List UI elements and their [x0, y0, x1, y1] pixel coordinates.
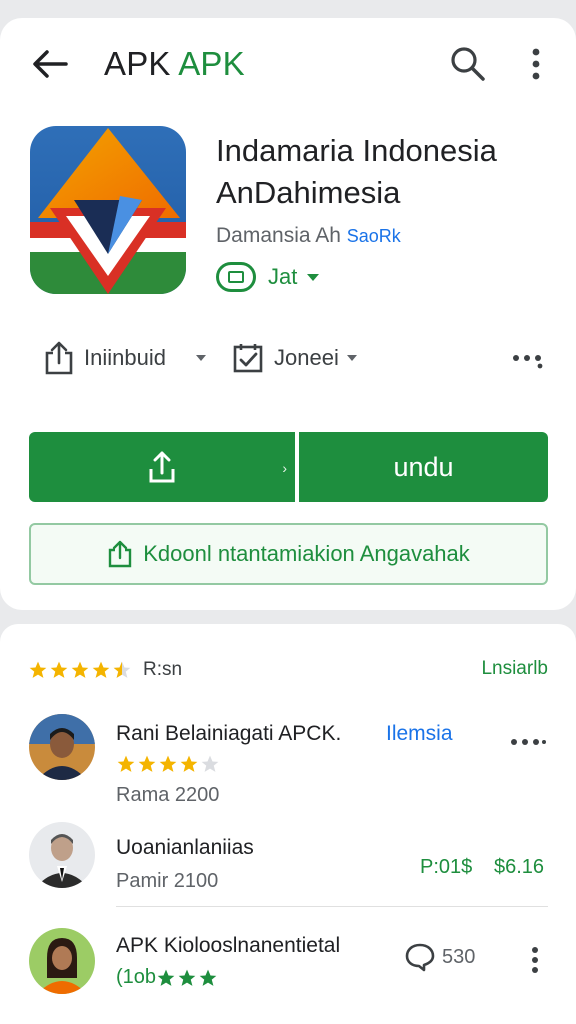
star-icon — [157, 969, 175, 986]
see-all-link[interactable]: Lnsiarlb — [481, 658, 548, 680]
chevron-right-icon: › — [282, 460, 287, 476]
star-icon — [138, 755, 156, 772]
chevron-down-icon — [346, 355, 357, 361]
app-details-card — [0, 18, 576, 610]
avatar[interactable] — [29, 928, 95, 994]
comments-button[interactable]: 530 — [404, 942, 475, 972]
half-star-icon — [113, 661, 131, 678]
download-label: undu — [393, 451, 454, 482]
bookmark-label: Joneei — [274, 345, 339, 370]
share-icon — [109, 540, 132, 568]
secondary-button-label: Kdoonl ntantamiakion Angavahak — [143, 541, 470, 566]
share-action[interactable]: Iniinbuid — [44, 336, 206, 380]
developer-name: Damansia Ah — [216, 224, 341, 247]
star-icon — [117, 755, 135, 772]
ratings-header: R:sn — [28, 652, 182, 688]
star-icon — [92, 661, 110, 678]
share-install-button[interactable]: › — [29, 432, 295, 502]
avatar[interactable] — [29, 822, 95, 888]
developer-link[interactable]: SaoRk — [347, 226, 401, 246]
developer-row: Damansia Ah SaoRk — [216, 224, 401, 248]
review-prefix: (1ob — [116, 966, 157, 988]
action-row: Iniinbuid Joneei — [0, 336, 576, 380]
review-date: Pamir 2100 — [116, 870, 219, 892]
badge-label: Jat — [268, 264, 298, 289]
calendar-check-icon — [233, 344, 263, 373]
search-button[interactable] — [446, 42, 490, 86]
top-app-bar: APK APK — [0, 28, 576, 98]
review-stars — [116, 754, 221, 774]
price-label-a: P:01$ — [420, 856, 473, 878]
rating-label: R:sn — [143, 659, 183, 680]
more-vert-icon — [532, 947, 538, 973]
star-icon — [178, 969, 196, 986]
bookmark-action[interactable]: Joneei — [232, 336, 357, 380]
upload-icon — [149, 451, 175, 483]
share-icon — [45, 341, 73, 375]
secondary-outline-button[interactable]: Kdoonl ntantamiakion Angavahak — [29, 523, 548, 585]
title-part-2: APK — [178, 45, 245, 82]
divider — [116, 906, 548, 907]
review-more-button[interactable] — [530, 946, 540, 979]
content-badge-row[interactable]: Jat — [216, 260, 320, 294]
star-icon — [29, 661, 47, 678]
star-icon — [159, 755, 177, 772]
app-name-line-2: AnDahimesia — [216, 175, 401, 210]
share-label: Iniinbuid — [84, 345, 166, 370]
star-icon — [71, 661, 89, 678]
more-horiz-icon — [513, 355, 543, 369]
more-options-button[interactable] — [516, 42, 556, 86]
review-more-button[interactable] — [510, 734, 546, 752]
reviewer-name: APK Kiolooslnanentietal — [116, 934, 341, 957]
reviewer-name: Uoanianlaniias — [116, 836, 254, 859]
chevron-down-icon — [195, 355, 206, 361]
comment-count: 530 — [442, 945, 476, 968]
search-icon — [451, 47, 485, 81]
star-icon — [199, 969, 217, 986]
chevron-down-icon — [307, 273, 320, 281]
app-name-line-1: Indamaria Indonesia — [216, 133, 497, 168]
star-icon — [50, 661, 68, 678]
star-icon — [180, 755, 198, 772]
comment-icon — [405, 943, 435, 972]
empty-star-icon — [201, 755, 219, 772]
more-vert-icon — [532, 48, 540, 80]
see-all-label: Lnsiarlb — [481, 658, 548, 679]
avatar[interactable] — [29, 714, 95, 780]
review-stars-row: (1ob — [116, 966, 219, 989]
back-button[interactable] — [28, 44, 72, 84]
app-logo-icon — [30, 126, 186, 294]
back-arrow-icon — [33, 50, 68, 78]
price-label-b: $6.16 — [494, 856, 545, 878]
reviewer-name: Rani Belainiagati APCK. — [116, 722, 342, 745]
more-horiz-button[interactable] — [510, 344, 546, 372]
review-tag[interactable]: Ilemsia — [386, 722, 453, 746]
more-horiz-icon — [511, 739, 546, 745]
app-bar-title: APK APK — [104, 45, 245, 83]
download-button[interactable]: undu — [299, 432, 548, 502]
rating-stars — [28, 660, 133, 680]
title-part-1: APK — [104, 45, 171, 82]
review-date: Rama 2200 — [116, 784, 220, 806]
app-name: Indamaria Indonesia AnDahimesia — [216, 130, 497, 214]
content-rating-icon — [216, 262, 256, 292]
